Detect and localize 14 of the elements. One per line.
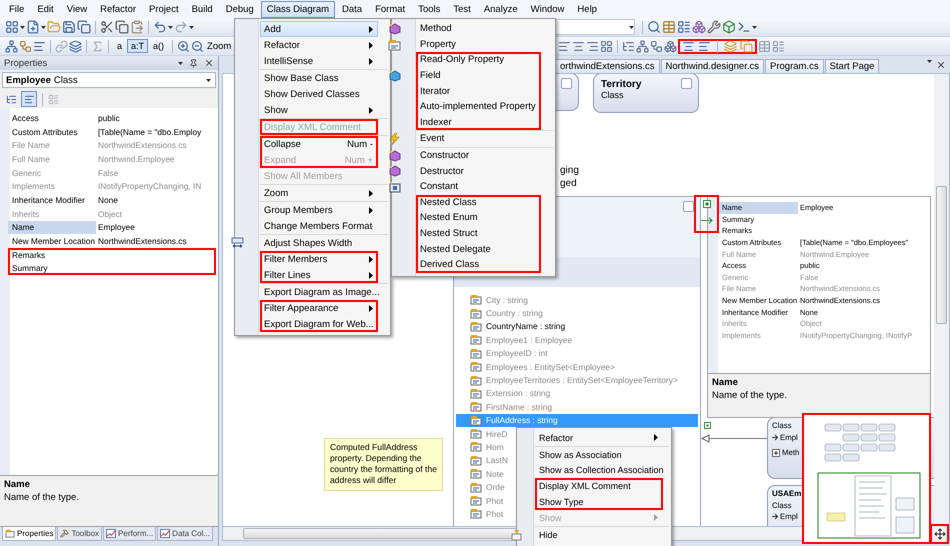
comment-note: Computed FullAddress property. Depending the country the formatting of the address will differ [324,438,443,491]
description-title: Name [4,479,31,490]
description-text: Name of the type. [712,390,788,401]
member-text: ging [560,165,579,176]
panel-title: Properties [4,58,48,68]
shortcut-label: Num + [344,154,373,166]
description-text: Name of the type. [4,492,80,503]
member-text: ged [560,178,577,189]
description-title: Name [712,377,739,388]
class-name: USAEm [772,488,802,500]
shortcut-label: Num - [347,138,373,150]
zoom-label: Zoom [207,40,232,52]
class-kind: Class [601,90,624,100]
class-name: Territory [601,79,642,90]
